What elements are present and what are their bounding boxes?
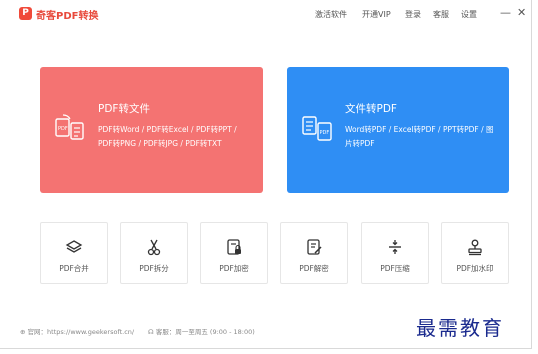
compress-icon [389,240,401,254]
tool-label: PDF解密 [299,264,329,273]
nav-activate[interactable]: 激活软件 [315,9,347,20]
tool-label: PDF压缩 [380,264,410,273]
footer-support: ☊ 客服：周一至周五 (9:00 - 18:00) [148,326,255,336]
title-bar: P 奇客PDF转换 激活软件 开通VIP 登录 客服 设置 — ✕ [0,0,531,30]
card-title: 文件转PDF [345,103,397,115]
svg-text:PDF: PDF [320,130,330,136]
pdf-to-file-card[interactable]: PDF PDF转文件 PDF转Word / PDF转Excel / PDF转PP… [40,67,263,193]
tool-label: PDF加密 [219,264,249,273]
minimize-button[interactable]: — [500,6,511,19]
globe-icon: ⊕ [20,328,26,336]
layers-icon [65,240,83,253]
nav-vip[interactable]: 开通VIP [362,9,391,20]
card-description: Word转PDF / Excel转PDF / PPT转PDF / 图片转PDF [345,125,494,148]
tool-pdf-watermark[interactable]: PDF加水印 [441,222,509,284]
lock-doc-icon [227,239,241,255]
pdf-to-file-icon: PDF [55,114,84,140]
headset-icon: ☊ [148,328,154,336]
app-logo-icon: P [19,7,32,20]
website-text: 官网：https://www.geekersoft.cn/ [27,328,135,336]
tool-label: PDF拆分 [139,264,169,273]
svg-text:PDF: PDF [58,126,68,132]
nav-support[interactable]: 客服 [433,9,449,20]
file-to-pdf-icon: PDF [302,116,332,141]
tool-label: PDF加水印 [456,264,494,273]
app-window: P 奇客PDF转换 激活软件 开通VIP 登录 客服 设置 — ✕ PDF PD… [0,0,532,349]
tool-label: PDF合并 [59,264,89,273]
tool-pdf-decrypt[interactable]: PDF解密 [280,222,348,284]
footer-website[interactable]: ⊕ 官网：https://www.geekersoft.cn/ [20,326,134,336]
stamp-icon [468,239,482,256]
edit-doc-icon [307,239,322,255]
card-title: PDF转文件 [98,103,150,115]
scissors-icon [147,239,161,256]
watermark-text: 最需教育 [416,316,504,340]
file-to-pdf-card[interactable]: PDF 文件转PDF Word转PDF / Excel转PDF / PPT转PD… [287,67,509,193]
support-text: 客服：周一至周五 (9:00 - 18:00) [155,328,255,336]
app-title: 奇客PDF转换 [36,11,99,22]
tool-pdf-compress[interactable]: PDF压缩 [361,222,429,284]
close-button[interactable]: ✕ [517,6,526,19]
tool-pdf-split[interactable]: PDF拆分 [120,222,188,284]
tool-pdf-encrypt[interactable]: PDF加密 [200,222,268,284]
nav-login[interactable]: 登录 [405,9,421,20]
tool-pdf-merge[interactable]: PDF合并 [40,222,108,284]
card-description: PDF转Word / PDF转Excel / PDF转PPT / PDF转PNG… [98,125,237,148]
nav-settings[interactable]: 设置 [461,9,477,20]
